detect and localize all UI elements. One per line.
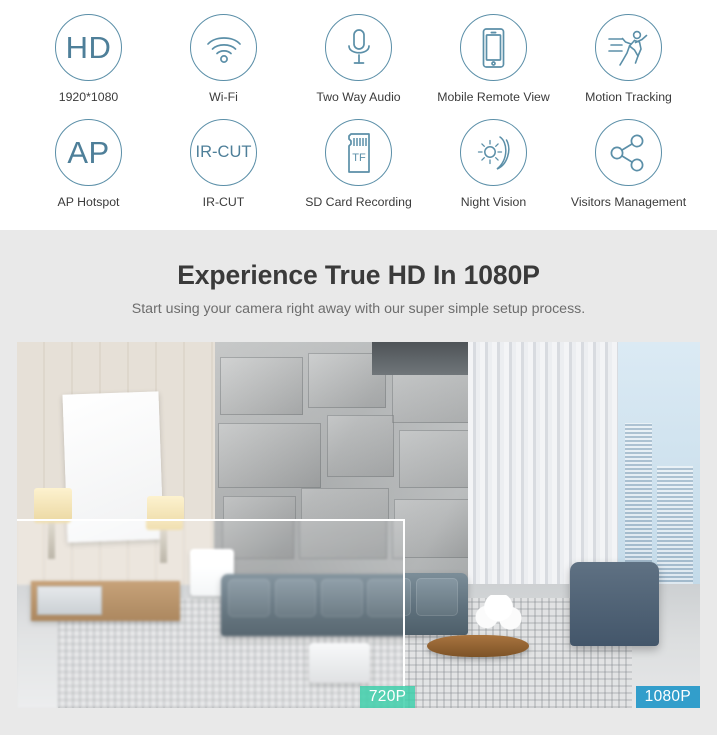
motion-running-icon — [595, 14, 662, 81]
scene-720p-content — [17, 521, 403, 708]
feature-item-motion-tracking[interactable]: Motion Tracking — [562, 14, 695, 105]
promo-subtitle: Start using your camera right away with … — [131, 301, 586, 317]
ir-cut-icon: IR-CUT — [190, 119, 257, 186]
features-section: HD 1920*1080 Wi-Fi Two Way Audio Mobile … — [0, 0, 717, 230]
feature-item-wifi[interactable]: Wi-Fi — [157, 14, 290, 105]
feature-row-1: HD 1920*1080 Wi-Fi Two Way Audio Mobile … — [0, 14, 717, 105]
microphone-icon — [325, 14, 392, 81]
feature-label-ir-cut: IR-CUT — [202, 195, 245, 209]
promo-section: Experience True HD In 1080P Start using … — [0, 230, 717, 735]
hd-icon-text: HD — [65, 30, 112, 65]
table-lamp-left — [34, 488, 72, 522]
feature-item-sd-card-recording[interactable]: TF SD Card Recording — [292, 119, 425, 210]
promo-title: Experience True HD In 1080P — [177, 260, 540, 290]
feature-item-ir-cut[interactable]: IR-CUT IR-CUT — [157, 119, 290, 210]
coffee-table — [426, 634, 530, 657]
feature-item-hd[interactable]: HD 1920*1080 — [22, 14, 155, 105]
scene-720p-inset — [17, 519, 405, 708]
share-network-icon — [595, 119, 662, 186]
feature-label-night-vision: Night Vision — [460, 195, 527, 209]
sd-card-tf-text: TF — [352, 152, 366, 164]
night-vision-icon — [460, 119, 527, 186]
feature-row-2: AP AP Hotspot IR-CUT IR-CUT TF SD Card R… — [0, 119, 717, 210]
mobile-phone-icon — [460, 14, 527, 81]
badge-720p: 720P — [359, 685, 416, 708]
feature-label-motion-tracking: Motion Tracking — [585, 90, 672, 104]
flower-vase — [474, 594, 523, 635]
badge-1080p: 1080P — [635, 685, 700, 708]
feature-label-two-way-audio: Two Way Audio — [316, 90, 401, 104]
hd-icon: HD — [55, 14, 122, 81]
feature-label-visitors-management: Visitors Management — [570, 195, 687, 209]
resolution-comparison-image: 720P 1080P — [17, 342, 700, 708]
sd-card-icon: TF — [325, 119, 392, 186]
feature-item-night-vision[interactable]: Night Vision — [427, 119, 560, 210]
ap-icon-text: AP — [67, 135, 110, 170]
wifi-icon — [190, 14, 257, 81]
feature-label-mobile-remote-view: Mobile Remote View — [437, 90, 550, 104]
feature-item-mobile-remote-view[interactable]: Mobile Remote View — [427, 14, 560, 105]
feature-item-two-way-audio[interactable]: Two Way Audio — [292, 14, 425, 105]
feature-label-wifi: Wi-Fi — [209, 90, 238, 104]
feature-item-ap-hotspot[interactable]: AP AP Hotspot — [22, 119, 155, 210]
feature-item-visitors-management[interactable]: Visitors Management — [562, 119, 695, 210]
feature-label-hd: 1920*1080 — [58, 90, 119, 104]
feature-label-sd-card-recording: SD Card Recording — [305, 195, 412, 209]
ap-icon: AP — [55, 119, 122, 186]
lounge-armchair — [570, 561, 660, 646]
feature-label-ap-hotspot: AP Hotspot — [57, 195, 120, 209]
ir-cut-icon-text: IR-CUT — [195, 143, 252, 162]
